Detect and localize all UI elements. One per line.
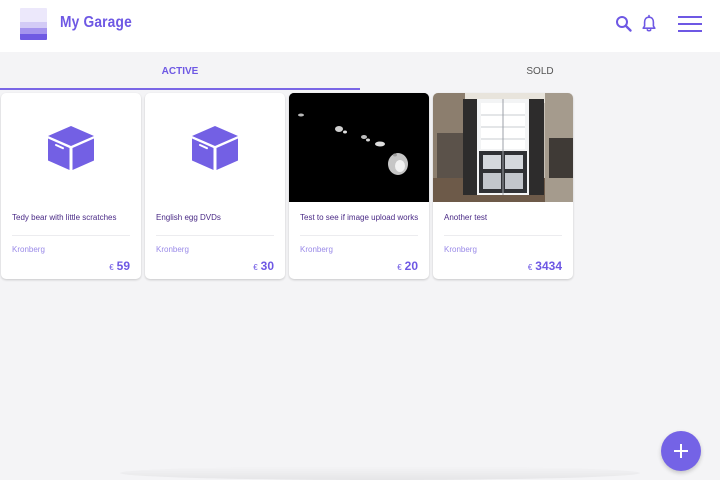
- listing-title: English egg DVDs: [156, 213, 221, 222]
- listing-price: €20: [397, 259, 418, 273]
- price-value: 59: [116, 259, 130, 273]
- listing-image: [1, 93, 141, 202]
- listing-image: [289, 93, 429, 202]
- divider: [12, 235, 130, 236]
- tab-active[interactable]: ACTIVE: [0, 52, 360, 90]
- listing-card[interactable]: Tedy bear with little scratches Kronberg…: [1, 93, 141, 279]
- box-placeholder-icon: [48, 126, 94, 170]
- currency-symbol: €: [397, 263, 402, 272]
- price-value: 20: [404, 259, 418, 273]
- app-header: My Garage: [0, 0, 720, 52]
- listing-price: €59: [109, 259, 130, 273]
- app-title: My Garage: [60, 14, 132, 31]
- menu-button[interactable]: [677, 14, 703, 34]
- currency-symbol: €: [253, 263, 258, 272]
- listing-price: €3434: [528, 259, 562, 273]
- listing-location: Kronberg: [444, 245, 477, 254]
- listing-image: [145, 93, 285, 202]
- price-value: 30: [260, 259, 274, 273]
- listing-image: [433, 93, 573, 202]
- bell-icon: [642, 14, 656, 32]
- listing-card[interactable]: Another test Kronberg €3434: [433, 93, 573, 279]
- listing-price: €30: [253, 259, 274, 273]
- listing-title: Another test: [444, 213, 488, 222]
- listing-card[interactable]: English egg DVDs Kronberg €30: [145, 93, 285, 279]
- divider: [156, 235, 274, 236]
- currency-symbol: €: [109, 263, 114, 272]
- hamburger-menu-icon: [678, 16, 702, 32]
- bottom-shadow: [120, 466, 640, 480]
- listing-title: Tedy bear with little scratches: [12, 213, 117, 222]
- listing-location: Kronberg: [300, 245, 333, 254]
- price-value: 3434: [535, 259, 562, 273]
- search-button[interactable]: [614, 14, 634, 34]
- listing-card[interactable]: Test to see if image upload works Kronbe…: [289, 93, 429, 279]
- add-listing-button[interactable]: [661, 431, 701, 471]
- currency-symbol: €: [527, 263, 533, 272]
- divider: [300, 235, 418, 236]
- listing-location: Kronberg: [156, 245, 189, 254]
- island-photo: [289, 93, 429, 202]
- search-icon: [616, 16, 632, 32]
- divider: [444, 235, 562, 236]
- refrigerator-photo: [433, 93, 573, 202]
- box-placeholder-icon: [192, 126, 238, 170]
- app-logo: [20, 8, 47, 40]
- listing-tabs: ACTIVE SOLD: [0, 52, 720, 90]
- tab-sold[interactable]: SOLD: [360, 52, 720, 90]
- listing-title: Test to see if image upload works: [300, 213, 419, 222]
- listing-location: Kronberg: [12, 245, 45, 254]
- active-tab-indicator: [0, 88, 360, 90]
- notifications-button[interactable]: [639, 14, 659, 34]
